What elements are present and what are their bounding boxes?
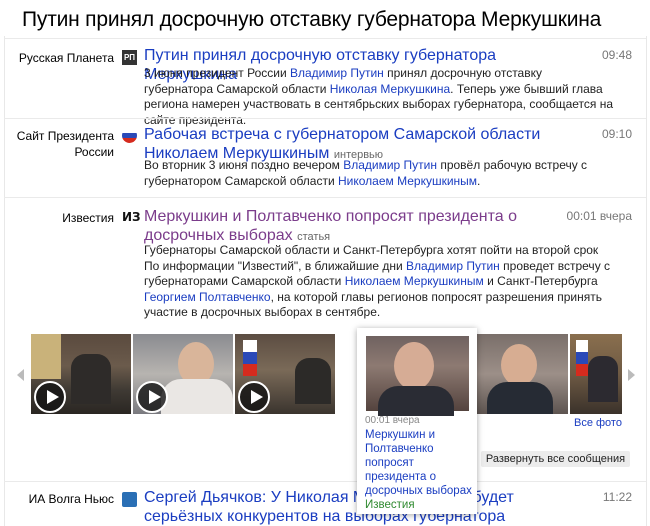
gallery-prev-arrow-icon[interactable] (17, 369, 24, 381)
divider (4, 118, 646, 119)
photo-face (394, 342, 434, 390)
tooltip-title[interactable]: Меркушкин и Полтавченко попросят президе… (365, 429, 472, 497)
news-source[interactable]: ИА Волга Ньюс (0, 491, 114, 507)
izvestia-logo-icon: ИЗ (122, 210, 141, 224)
all-photos-link[interactable]: Все фото (574, 417, 622, 429)
tooltip-source[interactable]: Известия (365, 498, 473, 512)
tooltip-time: 00:01 вчера (365, 415, 420, 426)
photo-suit (487, 382, 553, 414)
photo-flag (31, 334, 61, 379)
news-source[interactable]: Русская Планета (0, 50, 114, 66)
photo-person (71, 354, 111, 404)
person-link[interactable]: Владимир Путин (343, 158, 437, 172)
person-link[interactable]: Владимир Путин (290, 66, 384, 80)
snippet-text: и Санкт-Петербурга (483, 274, 598, 288)
video-thumbnail[interactable] (133, 334, 233, 414)
frame-border (4, 36, 5, 526)
news-snippet: Во вторник 3 июня поздно вечером Владими… (144, 158, 614, 189)
tooltip-photo[interactable] (366, 336, 469, 416)
photo-shirt (161, 379, 233, 414)
snippet-text: 3 июня президент России (144, 66, 290, 80)
divider (4, 481, 646, 482)
video-thumbnail[interactable] (235, 334, 335, 414)
volga-news-logo-icon (122, 492, 137, 507)
news-snippet: Губернаторы Самарской области и Санкт-Пе… (144, 243, 614, 321)
photo-flag (576, 340, 588, 376)
person-link[interactable]: Николаем Меркушкиным (338, 174, 477, 188)
news-kind: статья (297, 231, 331, 243)
video-thumbnail[interactable] (570, 334, 622, 414)
rp-logo-icon: РП (122, 50, 137, 65)
divider (4, 197, 646, 198)
expand-all-button[interactable]: Развернуть все сообщения (481, 451, 630, 467)
news-time: 00:01 вчера (566, 209, 632, 223)
photo-thumbnail[interactable] (475, 334, 568, 414)
person-link[interactable]: Николаем Меркушкиным (345, 274, 484, 288)
photo-face (501, 344, 537, 386)
person-link[interactable]: Георгием Полтавченко (144, 290, 271, 304)
news-headline[interactable]: Меркушкин и Полтавченко попросят президе… (144, 207, 554, 247)
person-link[interactable]: Николая Меркушкина (330, 82, 450, 96)
photo-person (588, 356, 618, 402)
play-icon[interactable] (34, 381, 66, 413)
photo-gallery (0, 334, 650, 420)
snippet-text: . (477, 173, 481, 188)
page-title: Путин принял досрочную отставку губернат… (22, 8, 602, 31)
gallery-next-arrow-icon[interactable] (628, 369, 635, 381)
play-icon[interactable] (136, 381, 168, 413)
snippet-text: Во вторник 3 июня поздно вечером (144, 158, 344, 172)
photo-tooltip[interactable]: 00:01 вчера Меркушкин и Полтавченко попр… (357, 328, 477, 514)
photo-suit (378, 386, 454, 416)
news-time: 09:48 (601, 48, 632, 62)
photo-flag (243, 340, 257, 376)
news-time: 11:22 (602, 490, 632, 504)
news-source[interactable]: Сайт Президента России (0, 128, 114, 160)
tooltip-text: 00:01 вчера Меркушкин и Полтавченко попр… (365, 413, 473, 512)
russia-flag-icon (122, 128, 137, 143)
play-icon[interactable] (238, 381, 270, 413)
video-thumbnail[interactable] (31, 334, 131, 414)
frame-border (646, 36, 647, 526)
person-link[interactable]: Владимир Путин (406, 259, 500, 273)
photo-person (295, 358, 331, 404)
news-time: 09:10 (601, 127, 632, 141)
divider (4, 38, 646, 39)
news-source[interactable]: Известия (0, 210, 114, 226)
